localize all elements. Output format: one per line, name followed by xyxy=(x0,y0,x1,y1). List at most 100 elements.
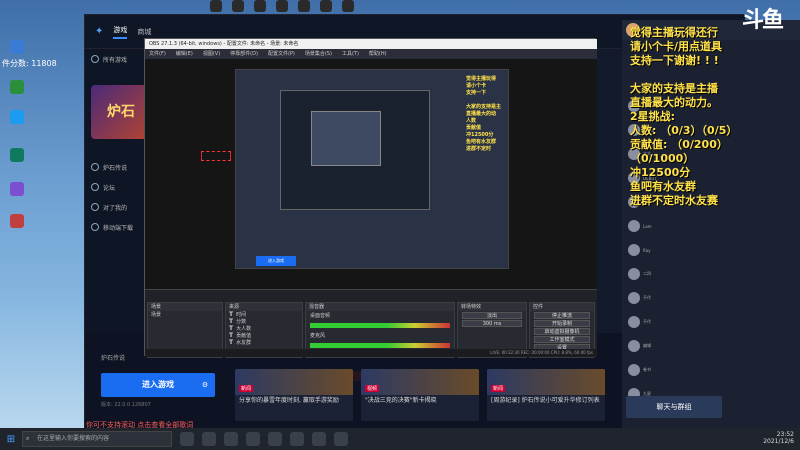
inner-overlay-text: 觉得主播玩得 请小个卡 支持一下 大家的支持是主 直播最大的动 人数 贡献值 冲… xyxy=(466,76,510,206)
chat-user[interactable]: 卷书 xyxy=(622,358,682,382)
top-shortcuts xyxy=(210,0,420,14)
shortcut-icon[interactable] xyxy=(232,0,244,12)
menu-profile[interactable]: 配置文件(P) xyxy=(268,50,295,58)
source-item[interactable]: T 水友群 xyxy=(226,339,302,346)
shortcut-icon[interactable] xyxy=(342,0,354,12)
computer-icon xyxy=(10,40,24,54)
search-icon: ⌕ xyxy=(26,435,30,442)
obs-icon[interactable] xyxy=(290,432,304,446)
tab-games[interactable]: 游戏 xyxy=(113,25,128,39)
duration-field[interactable]: 300 ms xyxy=(462,320,522,327)
news-card[interactable]: 新闻 [周游纪录] 炉石传说小可爱升华修订列表 xyxy=(487,369,605,421)
inner-overlay-line: 支持一下 xyxy=(466,90,487,96)
news-card[interactable]: 新闻 分享你的暴雪年度时刻, 赢取手游奖励 xyxy=(235,369,353,421)
news-tag: 新闻 xyxy=(239,385,254,392)
user-icon xyxy=(91,203,99,211)
audio-meter[interactable] xyxy=(310,343,450,348)
sidebar-item-label: 对了我的 xyxy=(103,204,128,212)
task-view-icon[interactable] xyxy=(180,432,194,446)
stop-stream-button[interactable]: 停止推流 xyxy=(534,312,590,319)
app-icon[interactable] xyxy=(312,432,326,446)
overlay-line: 2星挑战: xyxy=(630,110,676,123)
obs-title-bar[interactable]: OBS 27.1.3 (64-bit, windows) - 配置文件: 未命名… xyxy=(145,39,597,49)
overlay-line: 支持一下谢谢! ! ! xyxy=(630,54,719,67)
gear-icon[interactable]: ⚙ xyxy=(195,373,215,397)
source-item[interactable]: T 大人数 xyxy=(226,325,302,332)
menu-help[interactable]: 帮助(H) xyxy=(369,50,387,58)
shortcut-icon[interactable] xyxy=(320,0,332,12)
news-title: [周游纪录] 炉石传说小可爱升华修订列表 xyxy=(491,397,600,404)
scenes-dock-title: 场景 xyxy=(148,303,222,311)
sidebar-item-label: 论坛 xyxy=(103,184,116,192)
sidebar-item-mobile[interactable]: 移动端下载 xyxy=(85,217,151,237)
source-item-label: 时间 xyxy=(236,312,247,318)
system-tray[interactable]: 23:52 2021/12/6 xyxy=(763,431,794,445)
windows-start-icon[interactable]: ⊞ xyxy=(0,428,22,450)
news-tag: 视频 xyxy=(365,385,380,392)
news-card[interactable]: 视频 "决战三竞的决赛"新卡揭晓 xyxy=(361,369,479,421)
nested-capture-level-2 xyxy=(280,90,430,210)
desktop-icon[interactable] xyxy=(4,214,30,229)
source-item[interactable]: T 时间 xyxy=(226,311,302,318)
text-source-icon: T xyxy=(229,339,234,346)
sidebar-item-mine[interactable]: 对了我的 xyxy=(85,197,151,217)
menu-tools[interactable]: 工具(T) xyxy=(342,50,359,58)
menu-docks[interactable]: 停靠部件(D) xyxy=(230,50,258,58)
taskbar-search[interactable]: ⌕ 在这里输入你要搜索的内容 xyxy=(22,431,172,447)
app-icon[interactable] xyxy=(334,432,348,446)
start-record-button[interactable]: 开始录制 xyxy=(534,320,590,327)
overlay-line: 直播最大的动力。 xyxy=(630,96,718,109)
grid-icon xyxy=(91,55,99,63)
mobile-icon xyxy=(91,223,99,231)
obs-window: OBS 27.1.3 (64-bit, windows) - 配置文件: 未命名… xyxy=(144,38,597,358)
menu-scene-collection[interactable]: 场景集合(S) xyxy=(305,50,332,58)
desktop-icon[interactable] xyxy=(4,40,30,55)
chat-user[interactable]: 编辑 xyxy=(622,334,682,358)
shortcut-icon[interactable] xyxy=(254,0,266,12)
shortcut-icon[interactable] xyxy=(210,0,222,12)
mixer-dock-title: 混音器 xyxy=(306,303,454,311)
virtual-camera-button[interactable]: 启动虚拟摄像机 xyxy=(534,328,590,335)
overlay-line: 鱼吧有水友群 xyxy=(630,180,696,193)
clock-time: 23:52 xyxy=(776,431,794,438)
explorer-icon[interactable] xyxy=(202,432,216,446)
scene-item[interactable]: 场景 xyxy=(148,311,222,318)
menu-file[interactable]: 文件(F) xyxy=(149,50,166,58)
desktop-icon[interactable] xyxy=(4,182,30,197)
chat-groups-button[interactable]: 聊天与群组 xyxy=(626,396,722,418)
overlay-line: 进群不定时水友赛 xyxy=(630,194,718,207)
game-icon xyxy=(91,163,99,171)
desktop-icon[interactable] xyxy=(4,80,30,95)
sidebar-item-hearthstone[interactable]: 炉石传说 xyxy=(85,157,151,177)
chat-user-name: 卷书 xyxy=(643,367,651,372)
source-item[interactable]: T 贡献值 xyxy=(226,332,302,339)
shortcut-icon[interactable] xyxy=(298,0,310,12)
inner-overlay-line: 贡献值 xyxy=(466,125,482,131)
app-icon[interactable] xyxy=(268,432,282,446)
edge-icon[interactable] xyxy=(224,432,238,446)
audio-meter[interactable] xyxy=(310,323,450,328)
shortcut-icon[interactable] xyxy=(276,0,288,12)
sidebar-item-label: 炉石传说 xyxy=(103,164,128,172)
transitions-dock-title: 转场特效 xyxy=(458,303,526,311)
tab-shop[interactable]: 商城 xyxy=(137,27,151,37)
desktop-icon[interactable] xyxy=(4,148,30,163)
sidebar-item-forum[interactable]: 论坛 xyxy=(85,177,151,197)
menu-view[interactable]: 视图(V) xyxy=(203,50,220,58)
selection-box[interactable] xyxy=(201,151,231,161)
source-item-label: 大人数 xyxy=(236,326,252,332)
game-banner[interactable]: 炉石 xyxy=(91,85,151,139)
transition-select[interactable]: 淡出 xyxy=(462,312,522,319)
controls-dock-title: 控件 xyxy=(530,303,594,311)
game-nav: 炉石传说 论坛 对了我的 移动端下载 xyxy=(85,157,151,237)
obs-preview[interactable]: 觉得主播玩得 请小个卡 支持一下 大家的支持是主 直播最大的动 人数 贡献值 冲… xyxy=(145,59,597,289)
menu-edit[interactable]: 编辑(E) xyxy=(176,50,193,58)
studio-mode-button[interactable]: 工作室模式 xyxy=(534,336,590,343)
desktop-icon[interactable] xyxy=(4,110,30,125)
news-tag: 新闻 xyxy=(491,385,506,392)
source-item[interactable]: T 分数 xyxy=(226,318,302,325)
overlay-line xyxy=(630,68,800,82)
app-icon[interactable] xyxy=(246,432,260,446)
source-item-label: 分数 xyxy=(236,319,247,325)
sidebar-item-all-games[interactable]: 所有游戏 xyxy=(85,49,151,69)
